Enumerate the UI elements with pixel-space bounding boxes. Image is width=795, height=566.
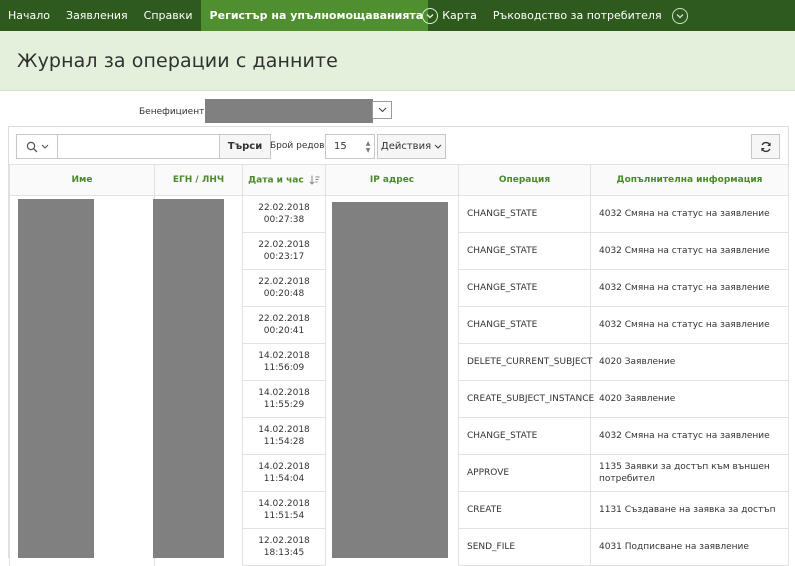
operation-cell: CHANGE_STATE xyxy=(458,417,591,455)
beneficiary-dropdown-button[interactable] xyxy=(372,101,392,119)
info-cell: 4032 Смяна на статус на заявление xyxy=(590,232,789,270)
datetime-cell: 14.02.2018 11:54:28 xyxy=(242,417,326,455)
date-text: 14.02.2018 xyxy=(258,425,310,435)
info-cell: 1135 Заявки за достъп към външен потреби… xyxy=(590,454,789,492)
refresh-icon xyxy=(760,141,771,152)
column-header-ip[interactable]: IP адрес xyxy=(325,164,459,196)
column-header-datetime[interactable]: Дата и час xyxy=(242,164,326,196)
info-cell: 4032 Смяна на статус на заявление xyxy=(590,269,789,307)
datetime-cell: 22.02.2018 00:20:48 xyxy=(242,269,326,307)
column-header-datetime-label: Дата и час xyxy=(248,175,304,186)
date-text: 22.02.2018 xyxy=(258,314,310,324)
search-go-button[interactable]: Търси xyxy=(219,135,270,158)
date-text: 14.02.2018 xyxy=(258,462,310,472)
chevron-down-icon[interactable] xyxy=(422,7,439,24)
updown-arrows-icon: ▲ ▼ xyxy=(365,139,371,154)
nav-item-authorizations-register[interactable]: Регистър на упълномощаванията xyxy=(200,0,429,31)
search-input[interactable] xyxy=(58,135,219,158)
operation-cell: CREATE xyxy=(458,491,591,529)
date-text: 22.02.2018 xyxy=(258,277,310,287)
datetime-cell: 22.02.2018 00:23:17 xyxy=(242,232,326,270)
time-text: 00:20:48 xyxy=(263,289,305,299)
info-cell: 1131 Създаване на заявка за достъп xyxy=(590,491,789,529)
time-text: 00:20:41 xyxy=(263,326,305,336)
page-title: Журнал за операции с данните xyxy=(17,50,338,72)
datetime-cell: 14.02.2018 11:54:04 xyxy=(242,454,326,492)
datetime-cell: 22.02.2018 00:20:41 xyxy=(242,306,326,344)
datetime-cell: 14.02.2018 11:55:29 xyxy=(242,380,326,418)
nav-item-applications[interactable]: Заявления xyxy=(58,0,136,31)
info-cell: 4032 Смяна на статус на заявление xyxy=(590,306,789,344)
operation-cell: APPROVE xyxy=(458,454,591,492)
datetime-cell: 14.02.2018 11:51:54 xyxy=(242,491,326,529)
table-header-row: Име ЕГН / ЛНЧ Дата и час IP адрес Операц… xyxy=(9,164,789,196)
info-cell: 4032 Смяна на статус на заявление xyxy=(590,195,789,233)
date-text: 22.02.2018 xyxy=(258,240,310,250)
time-text: 11:54:04 xyxy=(263,474,305,484)
date-text: 22.02.2018 xyxy=(258,203,310,213)
date-text: 14.02.2018 xyxy=(258,388,310,398)
datetime-cell: 14.02.2018 11:56:09 xyxy=(242,343,326,381)
column-header-name[interactable]: Име xyxy=(9,164,155,196)
operation-cell: CHANGE_STATE xyxy=(458,269,591,307)
rows-per-page-select[interactable]: 15 ▲ ▼ xyxy=(325,134,375,159)
search-bar: Търси xyxy=(16,134,271,159)
operation-cell: CHANGE_STATE xyxy=(458,306,591,344)
chevron-down-icon xyxy=(434,144,442,149)
page-header: Журнал за операции с данните xyxy=(0,31,795,91)
chevron-down-icon xyxy=(378,107,386,113)
chevron-down-icon xyxy=(41,144,48,149)
rows-per-page-label: Брой редове xyxy=(270,141,330,151)
datetime-cell: 12.02.2018 18:13:45 xyxy=(242,528,326,566)
column-header-operation[interactable]: Операция xyxy=(458,164,591,196)
redacted-ip-column xyxy=(332,202,448,558)
time-text: 11:54:28 xyxy=(263,437,305,447)
operation-cell: DELETE_CURRENT_SUBJECT xyxy=(458,343,592,381)
operation-cell: CHANGE_STATE xyxy=(458,195,591,233)
top-navigation: Начало Заявления Справки Регистър на упъ… xyxy=(0,0,795,31)
date-text: 14.02.2018 xyxy=(258,351,310,361)
time-text: 00:27:38 xyxy=(263,215,305,225)
info-cell: 4020 Заявление xyxy=(590,343,789,381)
operation-cell: CHANGE_STATE xyxy=(458,232,591,270)
nav-item-map[interactable]: Карта xyxy=(434,0,485,31)
info-cell: 4020 Заявление xyxy=(590,380,789,418)
column-header-additional-info[interactable]: Допълнителна информация xyxy=(590,164,789,196)
date-text: 12.02.2018 xyxy=(258,536,310,546)
time-text: 11:55:29 xyxy=(263,400,305,410)
rows-per-page-value: 15 xyxy=(334,141,347,152)
operation-cell: SEND_FILE xyxy=(458,528,591,566)
refresh-button[interactable] xyxy=(751,134,780,159)
info-cell: 4032 Смяна на статус на заявление xyxy=(590,417,789,455)
time-text: 11:51:54 xyxy=(263,511,305,521)
time-text: 11:56:09 xyxy=(263,363,305,373)
redacted-name-column xyxy=(18,199,94,558)
datetime-cell: 22.02.2018 00:27:38 xyxy=(242,195,326,233)
actions-label: Действия xyxy=(380,141,432,152)
info-cell: 4031 Подписване на заявление xyxy=(590,528,789,566)
date-text: 14.02.2018 xyxy=(258,499,310,509)
actions-menu-button[interactable]: Действия xyxy=(377,134,446,159)
sort-descending-icon xyxy=(309,175,320,185)
operation-cell: CREATE_SUBJECT_INSTANCE xyxy=(458,380,594,418)
beneficiary-label: Бенефициент: xyxy=(139,107,208,117)
report-region: Търси Брой редове 15 ▲ ▼ Действия Име ЕГ… xyxy=(8,126,789,566)
column-header-egn[interactable]: ЕГН / ЛНЧ xyxy=(154,164,243,196)
time-text: 00:23:17 xyxy=(263,252,305,262)
beneficiary-select-redacted[interactable] xyxy=(205,99,373,123)
chevron-down-icon[interactable] xyxy=(671,7,688,24)
nav-item-home[interactable]: Начало xyxy=(0,0,58,31)
search-column-selector[interactable] xyxy=(17,135,58,158)
redacted-egn-column xyxy=(153,199,224,558)
nav-item-user-guide[interactable]: Ръководство за потребителя xyxy=(485,0,670,31)
nav-item-reports[interactable]: Справки xyxy=(136,0,201,31)
search-icon xyxy=(26,141,37,152)
